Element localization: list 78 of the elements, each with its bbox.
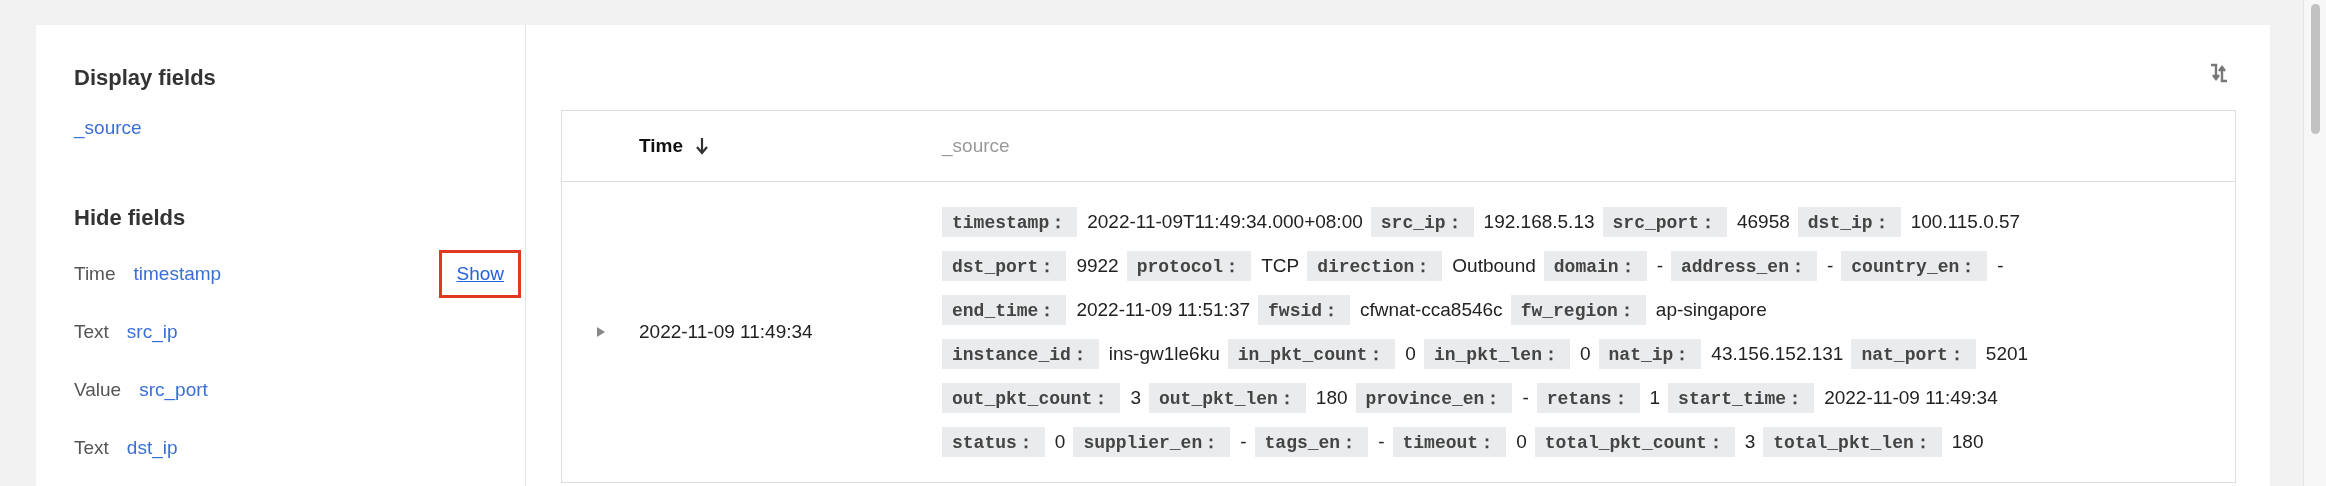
field-value: ap-singapore	[1655, 299, 1767, 321]
field-value: 192.168.5.13	[1483, 211, 1595, 233]
field-value: 2022-11-09T11:49:34.000+08:00	[1087, 211, 1363, 233]
field-value: -	[1656, 255, 1663, 277]
field-name-link[interactable]: src_port	[139, 379, 208, 401]
field-value: -	[1240, 431, 1247, 453]
field-key: total_pkt_len：	[1763, 427, 1942, 457]
field-value: 180	[1951, 431, 1984, 453]
field-value: 2022-11-09 11:51:37	[1076, 299, 1251, 321]
field-value: 43.156.152.131	[1711, 343, 1844, 365]
field-key: retans：	[1536, 383, 1640, 413]
time-cell: 2022-11-09 11:49:34	[639, 321, 813, 343]
field-value: -	[1522, 387, 1529, 409]
field-key: start_time：	[1668, 383, 1815, 413]
field-key: dst_port：	[942, 251, 1067, 281]
field-value: -	[1827, 255, 1834, 277]
field-value: 0	[1516, 431, 1527, 453]
field-name-link[interactable]: timestamp	[133, 263, 222, 285]
scrollbar-thumb[interactable]	[2310, 4, 2320, 134]
field-value: 0	[1054, 431, 1066, 453]
field-key: fwsid：	[1258, 295, 1351, 325]
field-key: tags_en：	[1254, 427, 1369, 457]
expand-caret-icon[interactable]	[595, 326, 606, 338]
field-type: Time	[74, 263, 116, 285]
field-key: in_pkt_len：	[1423, 339, 1570, 369]
field-value: -	[1378, 431, 1385, 453]
column-settings-icon[interactable]	[2208, 61, 2230, 84]
field-key: province_en：	[1355, 383, 1513, 413]
field-key: timeout：	[1392, 427, 1507, 457]
field-key: out_pkt_count：	[942, 383, 1121, 413]
field-value: 3	[1744, 431, 1756, 453]
field-key: nat_port：	[1851, 339, 1976, 369]
field-value: 2022-11-09 11:49:34	[1824, 387, 1998, 409]
field-name-link[interactable]: _source	[74, 117, 142, 138]
field-value: ins-gw1le6ku	[1108, 343, 1220, 365]
column-header[interactable]: Time	[639, 135, 683, 157]
field-key: end_time：	[942, 295, 1067, 325]
field-value: cfwnat-cca8546c	[1360, 299, 1503, 321]
field-key: dst_ip：	[1797, 207, 1901, 237]
field-key: supplier_en：	[1073, 427, 1231, 457]
field-value: -	[1997, 255, 2004, 277]
field-key: out_pkt_len：	[1149, 383, 1306, 413]
field-key: fw_region：	[1510, 295, 1646, 325]
field-type: Text	[74, 437, 109, 459]
field-key: nat_ip：	[1598, 339, 1702, 369]
field-name-link[interactable]: src_ip	[126, 321, 178, 343]
field-key: timestamp：	[942, 207, 1078, 237]
column-header[interactable]: _source	[942, 135, 1010, 157]
field-key: protocol：	[1126, 251, 1252, 281]
field-value: 100.115.0.57	[1910, 211, 2021, 233]
field-value: 9922	[1076, 255, 1119, 277]
field-key: country_en：	[1841, 251, 1988, 281]
field-value: 5201	[1985, 343, 2029, 365]
field-key: total_pkt_count：	[1534, 427, 1735, 457]
field-value: TCP	[1261, 255, 1300, 277]
sort-descending-icon[interactable]	[695, 137, 709, 155]
field-key: domain：	[1543, 251, 1647, 281]
field-key: src_port：	[1602, 207, 1727, 237]
field-key: src_ip：	[1370, 207, 1474, 237]
field-type: Text	[74, 321, 109, 343]
field-value: Outbound	[1452, 255, 1536, 277]
field-value: 1	[1649, 387, 1661, 409]
field-value: 0	[1579, 343, 1591, 365]
field-value: 0	[1405, 343, 1416, 365]
field-value: 3	[1130, 387, 1141, 409]
field-key: direction：	[1307, 251, 1443, 281]
section-heading: Display fields	[74, 65, 217, 91]
field-key: status：	[942, 427, 1045, 457]
field-value: 46958	[1736, 211, 1790, 233]
show-link[interactable]: Show	[439, 250, 521, 298]
field-value: 180	[1315, 387, 1348, 409]
section-heading: Hide fields	[74, 205, 187, 231]
field-type: Value	[74, 379, 122, 401]
field-name-link[interactable]: dst_ip	[126, 437, 178, 459]
field-key: in_pkt_count：	[1227, 339, 1396, 369]
field-key: instance_id：	[942, 339, 1099, 369]
scrollbar[interactable]	[2303, 0, 2326, 486]
field-key: address_en：	[1670, 251, 1817, 281]
